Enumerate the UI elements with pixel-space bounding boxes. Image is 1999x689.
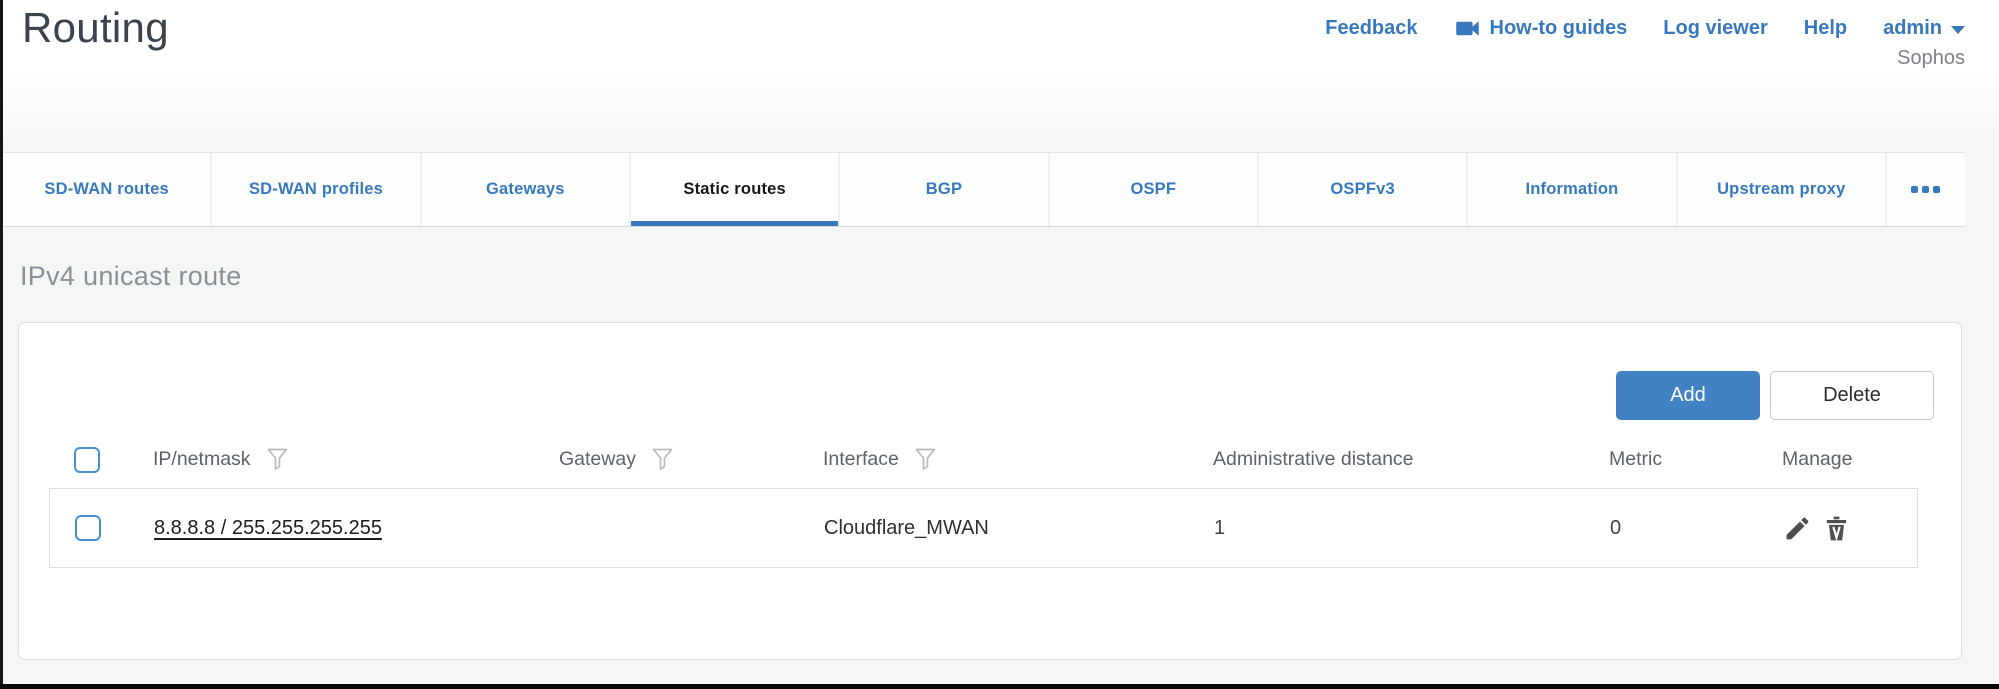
brand-label: Sophos — [1897, 47, 1965, 70]
tab-static-routes[interactable]: Static routes — [631, 153, 840, 226]
pencil-icon — [1783, 514, 1812, 543]
howto-guides-link[interactable]: How-to guides — [1454, 15, 1628, 42]
edit-button[interactable] — [1783, 514, 1812, 543]
route-administrative-distance-cell: 1 — [1214, 517, 1610, 540]
route-ip-netmask-link[interactable]: 8.8.8.8 / 255.255.255.255 — [154, 517, 382, 539]
routing-tab-bar: SD-WAN routes SD-WAN profiles Gateways S… — [3, 152, 1965, 227]
row-checkbox[interactable] — [75, 515, 101, 541]
filter-icon[interactable] — [915, 448, 936, 471]
ellipsis-icon — [1933, 186, 1940, 193]
tab-sdwan-profiles[interactable]: SD-WAN profiles — [212, 153, 421, 226]
column-header-administrative-distance: Administrative distance — [1213, 448, 1414, 471]
admin-menu[interactable]: admin — [1883, 17, 1965, 40]
delete-row-button[interactable] — [1822, 514, 1851, 543]
ellipsis-icon — [1911, 186, 1918, 193]
page-title: Routing — [22, 4, 169, 52]
feedback-link[interactable]: Feedback — [1325, 17, 1417, 40]
page-header: Routing Feedback How-to guides Log viewe… — [3, 0, 1999, 152]
tab-overflow-button[interactable] — [1887, 153, 1965, 226]
chevron-down-icon — [1951, 26, 1965, 34]
tab-ospf[interactable]: OSPF — [1050, 153, 1259, 226]
admin-menu-label: admin — [1883, 17, 1942, 40]
add-button[interactable]: Add — [1616, 371, 1760, 420]
static-routes-table: IP/netmask Gateway Interface Administrat… — [49, 431, 1918, 568]
tab-ospfv3[interactable]: OSPFv3 — [1259, 153, 1468, 226]
route-metric-cell: 0 — [1610, 517, 1783, 540]
column-header-gateway: Gateway — [559, 448, 636, 471]
tab-information[interactable]: Information — [1468, 153, 1677, 226]
column-header-interface: Interface — [823, 448, 899, 471]
help-link[interactable]: Help — [1804, 17, 1847, 40]
column-header-manage: Manage — [1782, 448, 1852, 471]
select-all-checkbox[interactable] — [74, 447, 100, 473]
delete-button[interactable]: Delete — [1770, 371, 1934, 420]
column-header-metric: Metric — [1609, 448, 1662, 471]
tab-upstream-proxy[interactable]: Upstream proxy — [1678, 153, 1887, 226]
tab-gateways[interactable]: Gateways — [422, 153, 631, 226]
ellipsis-icon — [1922, 186, 1929, 193]
table-header-row: IP/netmask Gateway Interface Administrat… — [49, 431, 1918, 488]
window-left-edge — [0, 0, 3, 689]
tab-sdwan-routes[interactable]: SD-WAN routes — [3, 153, 212, 226]
howto-guides-label: How-to guides — [1490, 17, 1628, 40]
trash-icon — [1822, 514, 1851, 543]
filter-icon[interactable] — [652, 448, 673, 471]
video-camera-icon — [1454, 15, 1481, 42]
column-header-ip-netmask: IP/netmask — [153, 448, 251, 471]
route-interface-cell: Cloudflare_MWAN — [824, 517, 1214, 540]
ipv4-unicast-route-panel: Add Delete IP/netmask Gateway Interface — [18, 322, 1962, 660]
log-viewer-link[interactable]: Log viewer — [1663, 17, 1767, 40]
filter-icon[interactable] — [267, 448, 288, 471]
top-nav: Feedback How-to guides Log viewer Help a… — [1325, 15, 1965, 42]
tab-bgp[interactable]: BGP — [840, 153, 1049, 226]
window-bottom-edge — [0, 684, 1999, 689]
section-heading: IPv4 unicast route — [20, 261, 242, 292]
table-row: 8.8.8.8 / 255.255.255.255 Cloudflare_MWA… — [49, 488, 1918, 568]
